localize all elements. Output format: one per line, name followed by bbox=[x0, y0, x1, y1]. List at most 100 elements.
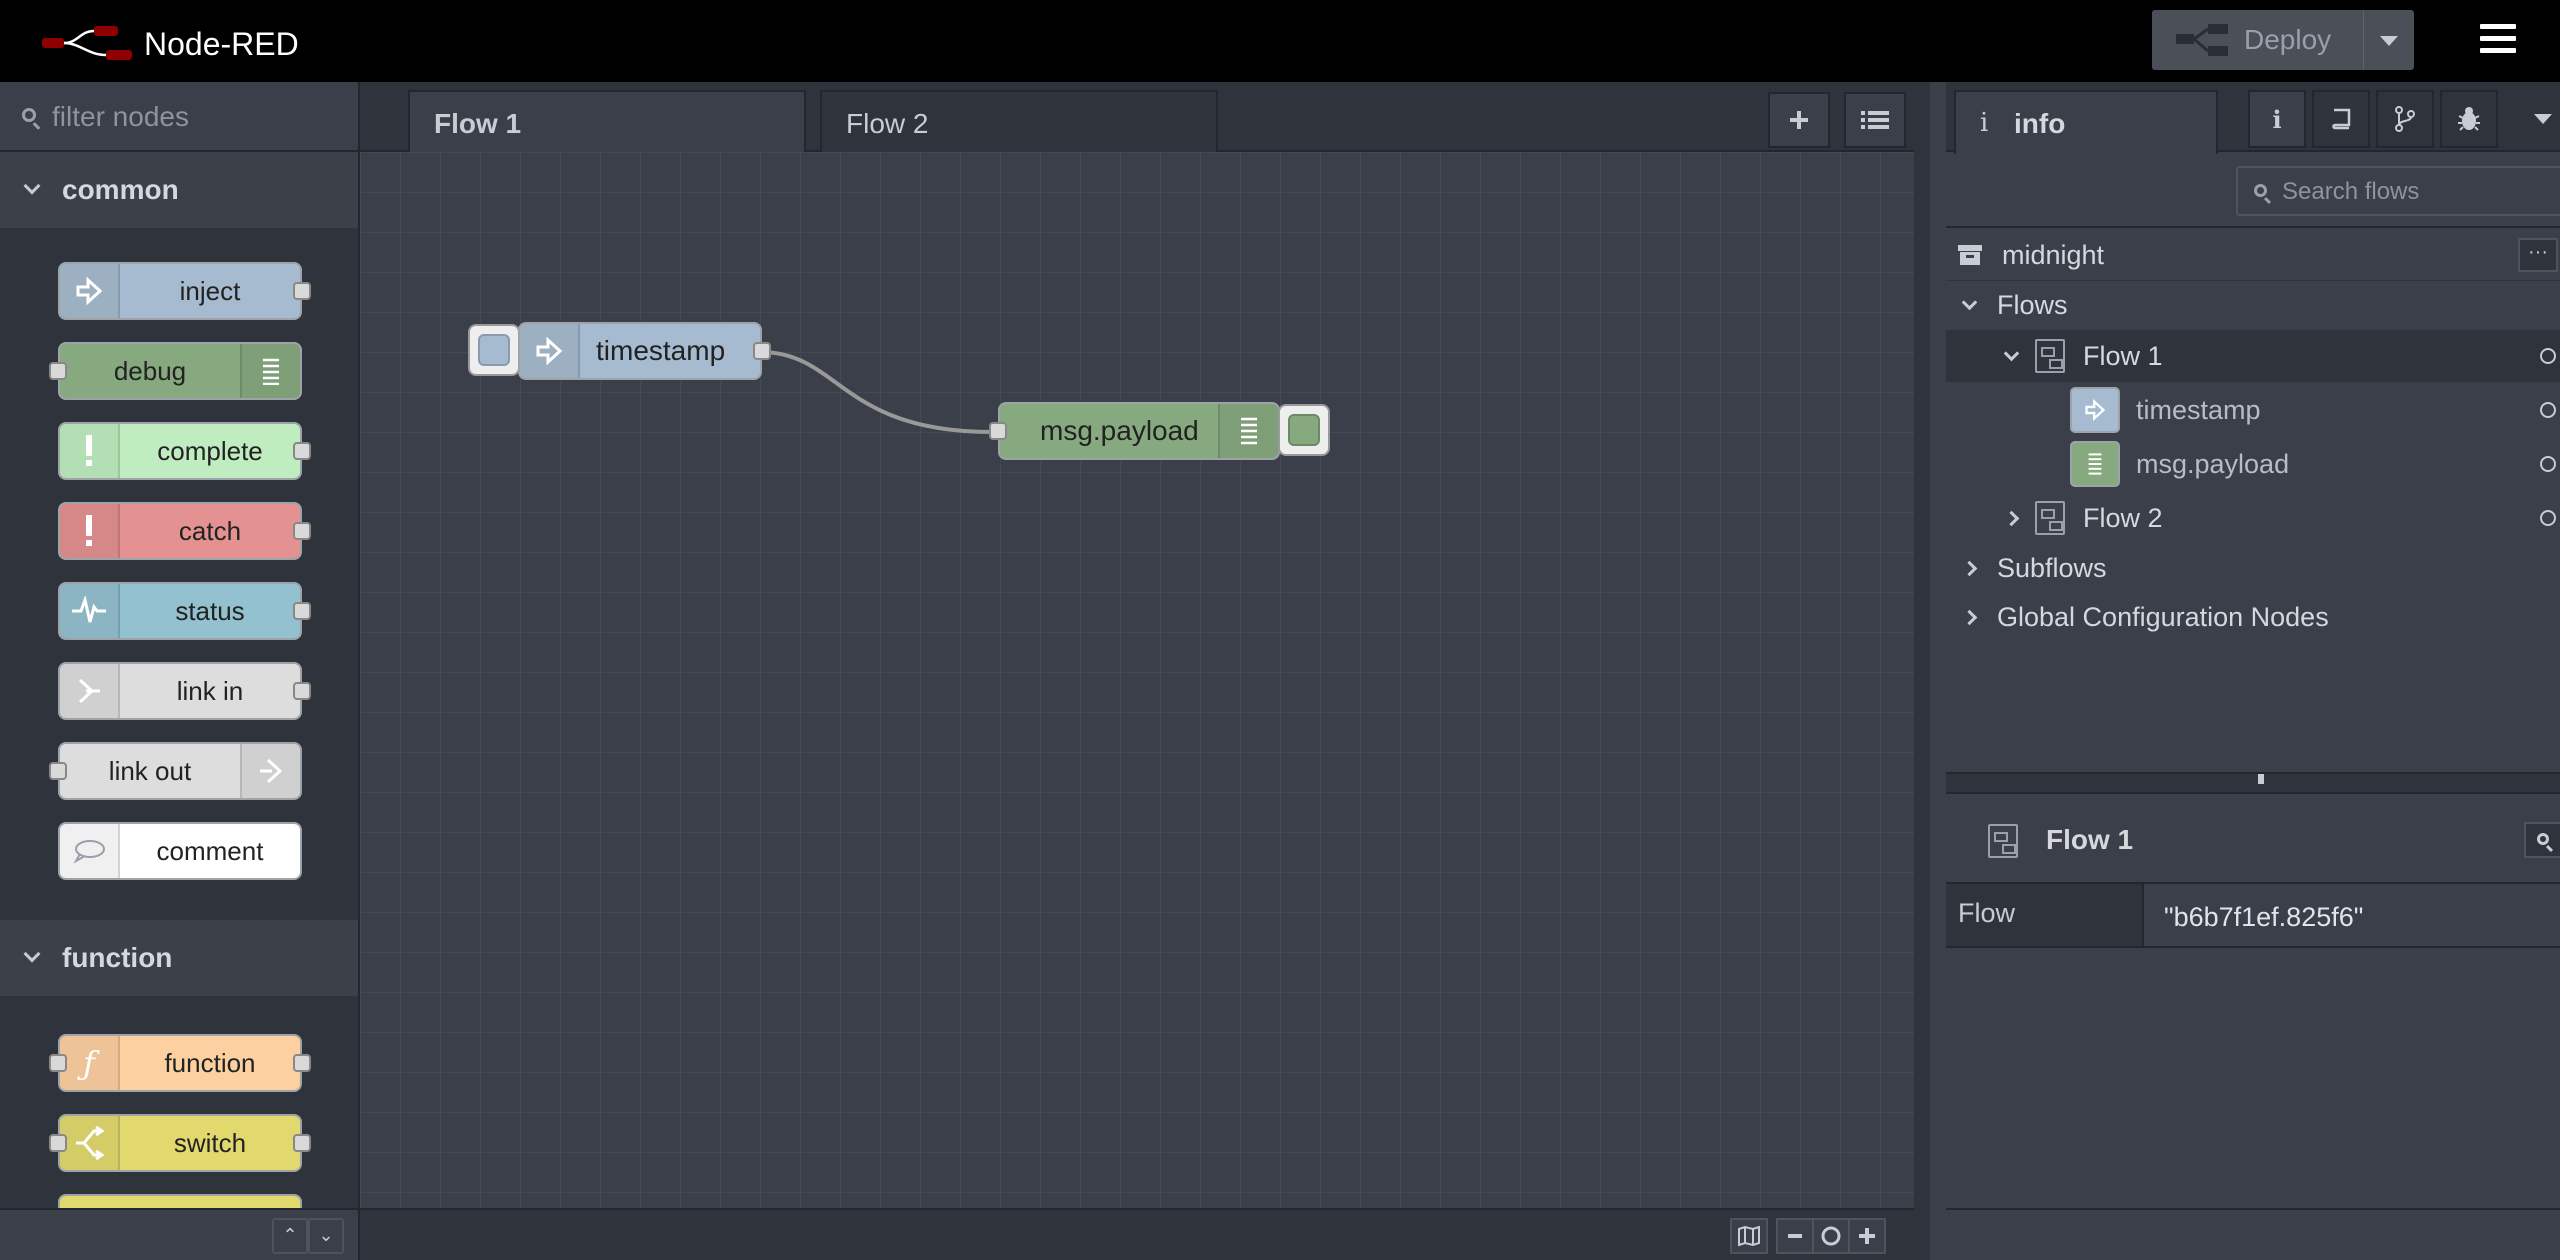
project-menu-button[interactable]: ··· bbox=[2518, 238, 2558, 272]
tree-node-msg-payload[interactable]: msg.payload bbox=[1946, 438, 2560, 490]
output-port[interactable] bbox=[293, 602, 311, 620]
zoom-out-icon[interactable] bbox=[1776, 1218, 1814, 1254]
debug-tab-button[interactable] bbox=[2440, 90, 2498, 148]
deploy-button[interactable]: Deploy bbox=[2152, 10, 2414, 70]
status-circle-icon bbox=[2540, 402, 2556, 418]
link-out-icon bbox=[240, 744, 300, 798]
header: Node-RED Deploy bbox=[0, 0, 2560, 82]
deploy-menu-caret-icon[interactable] bbox=[2380, 36, 2398, 46]
search-flows-field[interactable] bbox=[2236, 166, 2560, 216]
chevron-down-icon bbox=[2003, 345, 2020, 361]
git-tab-button[interactable] bbox=[2376, 90, 2434, 148]
palette-node-complete[interactable]: complete bbox=[58, 422, 311, 480]
help-tab-button[interactable] bbox=[2312, 90, 2370, 148]
palette-node-catch[interactable]: catch bbox=[58, 502, 311, 560]
flow-icon bbox=[2035, 339, 2065, 373]
tab-flow-1[interactable]: Flow 1 bbox=[408, 90, 806, 154]
node-timestamp[interactable]: timestamp bbox=[518, 322, 771, 380]
navigator-map-icon[interactable] bbox=[1730, 1218, 1768, 1254]
main-menu-button[interactable] bbox=[2480, 24, 2520, 56]
palette-node-function[interactable]: ƒ function bbox=[49, 1034, 311, 1092]
inject-icon bbox=[2070, 387, 2120, 433]
reveal-flow-button[interactable] bbox=[2524, 822, 2560, 858]
sidebar-search-row bbox=[1946, 152, 2560, 228]
palette-node-debug[interactable]: debug bbox=[49, 342, 302, 400]
debug-icon bbox=[1218, 404, 1278, 458]
project-row[interactable]: midnight ··· bbox=[1946, 230, 2560, 280]
collapse-all-icon[interactable]: ⌃ bbox=[272, 1218, 308, 1254]
sidebar-splitter[interactable] bbox=[1946, 772, 2560, 794]
input-port[interactable] bbox=[49, 762, 67, 780]
zoom-in-icon[interactable] bbox=[1848, 1218, 1886, 1254]
tree-flow-2[interactable]: Flow 2 bbox=[1946, 492, 2560, 544]
palette-node-link-in[interactable]: link in bbox=[58, 662, 311, 720]
comment-icon bbox=[60, 824, 120, 878]
output-port[interactable] bbox=[293, 522, 311, 540]
chevron-right-icon bbox=[2003, 510, 2020, 526]
switch-icon bbox=[60, 1116, 120, 1170]
tree-node-timestamp[interactable]: timestamp bbox=[1946, 384, 2560, 436]
inject-button[interactable] bbox=[468, 324, 520, 376]
node-red-logo bbox=[40, 24, 136, 64]
link-in-icon bbox=[60, 664, 120, 718]
filter-nodes-input[interactable] bbox=[52, 100, 342, 134]
status-circle-icon bbox=[2540, 510, 2556, 526]
property-key: Flow bbox=[1946, 884, 2144, 946]
input-port[interactable] bbox=[49, 362, 67, 380]
list-flows-button[interactable] bbox=[1844, 92, 1906, 148]
exclamation-icon bbox=[60, 424, 120, 478]
wire[interactable] bbox=[759, 350, 993, 434]
flow-icon bbox=[2035, 501, 2065, 535]
palette-node-inject[interactable]: inject bbox=[58, 262, 311, 320]
plus-icon bbox=[1790, 111, 1808, 129]
palette-node-comment[interactable]: comment bbox=[58, 822, 302, 880]
tab-flow-2[interactable]: Flow 2 bbox=[820, 90, 1218, 152]
flow-canvas[interactable]: timestamp msg.payload bbox=[360, 152, 1914, 1208]
add-flow-button[interactable] bbox=[1768, 92, 1830, 148]
list-icon bbox=[1861, 111, 1889, 129]
output-port[interactable] bbox=[293, 682, 311, 700]
function-icon: ƒ bbox=[60, 1036, 120, 1090]
output-port[interactable] bbox=[293, 282, 311, 300]
sidebar-footer bbox=[1946, 1208, 2560, 1260]
info-tab-button[interactable]: i bbox=[2248, 90, 2306, 148]
status-circle-icon bbox=[2540, 456, 2556, 472]
sidebar-tabs: i info i bbox=[1946, 82, 2560, 154]
palette-node-link-out[interactable]: link out bbox=[49, 742, 302, 800]
zoom-reset-icon[interactable] bbox=[1812, 1218, 1850, 1254]
status-circle-icon bbox=[2540, 348, 2556, 364]
palette: common inject debug complete catch st bbox=[0, 82, 360, 1260]
info-icon: i bbox=[1980, 108, 1989, 138]
pulse-icon bbox=[60, 584, 120, 638]
tree-flow-1[interactable]: Flow 1 bbox=[1946, 330, 2560, 382]
tree-subflows[interactable]: Subflows bbox=[1946, 544, 2560, 592]
palette-node-status[interactable]: status bbox=[58, 582, 311, 640]
output-port[interactable] bbox=[293, 442, 311, 460]
output-port[interactable] bbox=[293, 1134, 311, 1152]
palette-category-common[interactable]: common bbox=[0, 152, 358, 228]
input-port[interactable] bbox=[49, 1054, 67, 1072]
tree-global-config[interactable]: Global Configuration Nodes bbox=[1946, 592, 2560, 642]
tab-info[interactable]: i info bbox=[1954, 90, 2218, 154]
chevron-down-icon bbox=[23, 177, 41, 195]
inject-icon bbox=[520, 324, 580, 378]
output-port[interactable] bbox=[753, 342, 771, 360]
palette-category-function[interactable]: function bbox=[0, 920, 358, 996]
expand-all-icon[interactable]: ⌄ bbox=[308, 1218, 344, 1254]
flow-icon bbox=[1988, 824, 2018, 858]
deploy-label: Deploy bbox=[2244, 24, 2332, 55]
git-branch-icon bbox=[2395, 106, 2415, 132]
sidebar-menu-caret-icon[interactable] bbox=[2534, 114, 2552, 124]
workspace: Flow 1 Flow 2 timestamp msg.payload bbox=[360, 82, 1914, 1260]
output-port[interactable] bbox=[293, 1054, 311, 1072]
debug-toggle-button[interactable] bbox=[1278, 404, 1330, 456]
tree-flows[interactable]: Flows bbox=[1946, 280, 2560, 330]
app-title: Node-RED bbox=[144, 26, 299, 62]
search-flows-input[interactable] bbox=[2282, 178, 2552, 206]
palette-node-switch[interactable]: switch bbox=[49, 1114, 311, 1172]
input-port[interactable] bbox=[989, 422, 1007, 440]
palette-node-partial bbox=[58, 1194, 302, 1208]
node-msg-payload[interactable]: msg.payload bbox=[989, 402, 1280, 460]
archive-icon bbox=[1958, 245, 1982, 265]
input-port[interactable] bbox=[49, 1134, 67, 1152]
